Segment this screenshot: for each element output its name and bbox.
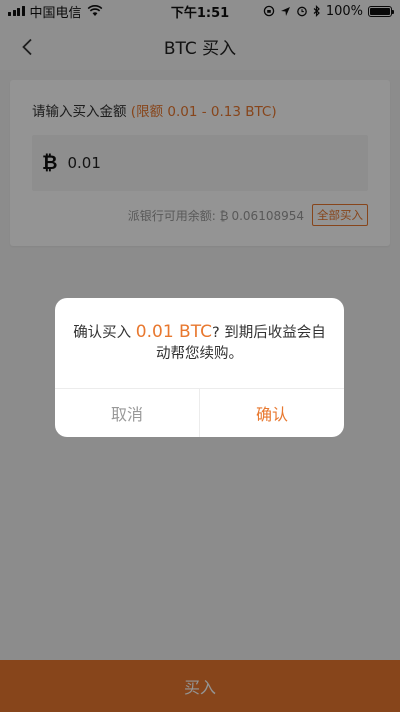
confirm-dialog: 确认买入 0.01 BTC? 到期后收益会自动帮您续购。 取消 确认 — [55, 298, 344, 437]
confirm-button[interactable]: 确认 — [200, 389, 344, 437]
cancel-button[interactable]: 取消 — [55, 389, 200, 437]
dialog-actions: 取消 确认 — [55, 388, 344, 437]
dialog-prefix: 确认买入 — [73, 325, 132, 341]
dialog-message: 确认买入 0.01 BTC? 到期后收益会自动帮您续购。 — [55, 298, 344, 365]
dialog-amount: 0.01 BTC — [135, 322, 212, 342]
